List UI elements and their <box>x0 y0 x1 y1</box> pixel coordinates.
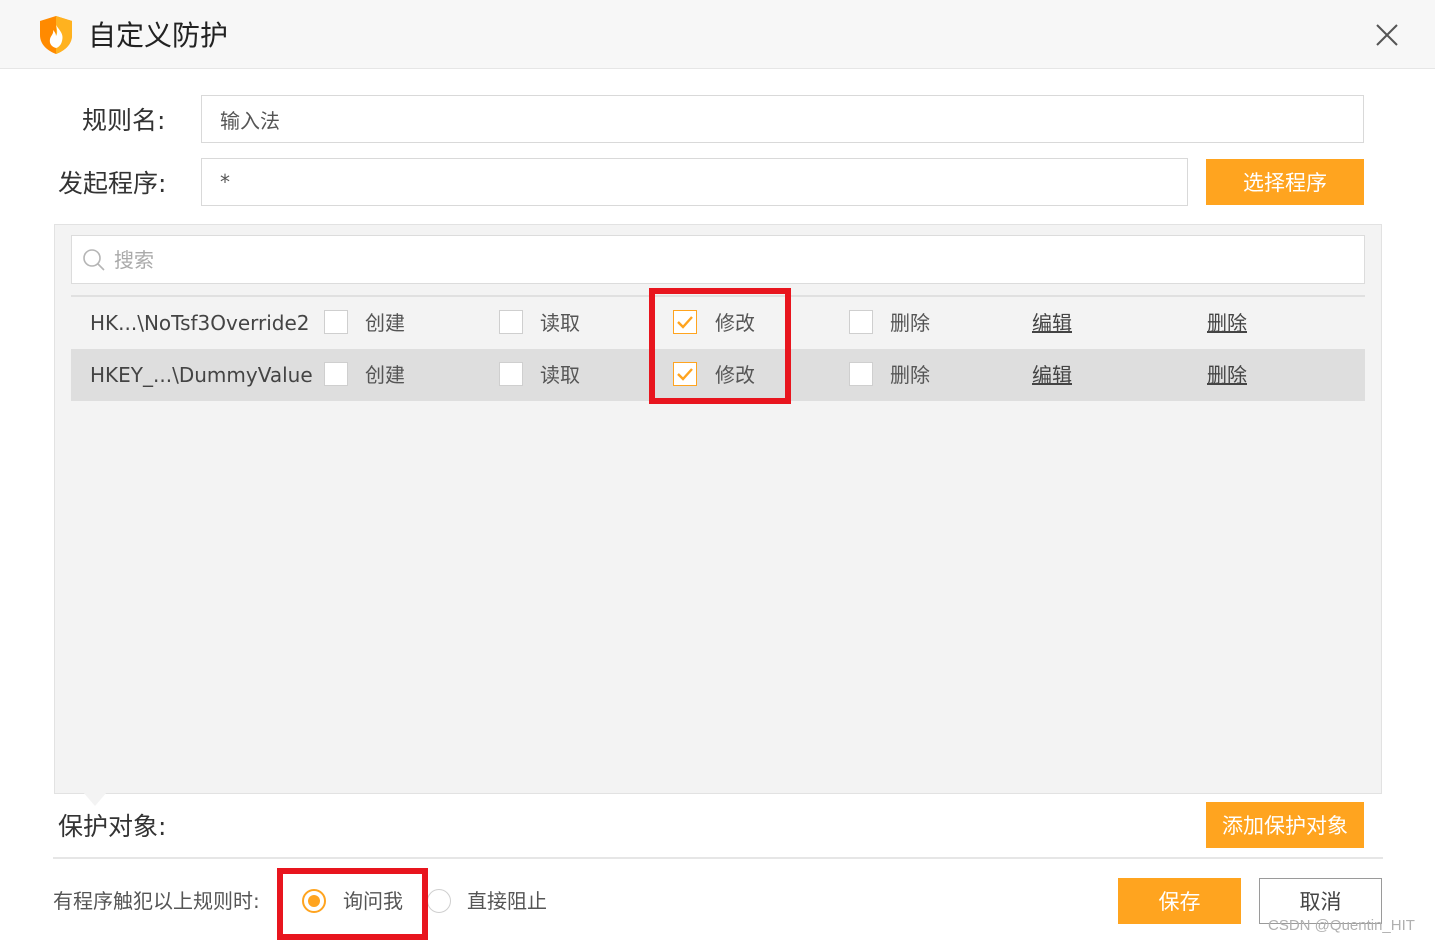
modify-label: 修改 <box>715 311 755 335</box>
delete-checkbox[interactable] <box>849 310 873 334</box>
read-label: 读取 <box>540 311 580 335</box>
read-checkbox[interactable] <box>499 310 523 334</box>
ask-me-label: 询问我 <box>343 889 403 913</box>
delete-checkbox[interactable] <box>849 362 873 386</box>
add-protect-object-button[interactable]: 添加保护对象 <box>1206 802 1364 848</box>
block-directly-label: 直接阻止 <box>467 889 547 913</box>
initiator-input[interactable] <box>201 158 1188 206</box>
trigger-label: 有程序触犯以上规则时: <box>53 889 260 913</box>
create-checkbox[interactable] <box>324 310 348 334</box>
window-title: 自定义防护 <box>88 19 229 52</box>
rule-name-input[interactable] <box>201 95 1364 143</box>
modify-label: 修改 <box>715 363 755 387</box>
read-label: 读取 <box>540 363 580 387</box>
footer-divider <box>53 857 1383 859</box>
rule-name-label: 规则名: <box>82 106 166 135</box>
registry-path: HKEY_...\DummyValue <box>90 363 313 387</box>
create-checkbox[interactable] <box>324 362 348 386</box>
initiator-label: 发起程序: <box>58 169 167 198</box>
block-directly-radio[interactable] <box>427 889 451 913</box>
shield-flame-icon <box>40 16 72 54</box>
select-program-button[interactable]: 选择程序 <box>1206 159 1364 205</box>
search-placeholder: 搜索 <box>114 248 154 272</box>
delete-label: 删除 <box>890 311 930 335</box>
edit-link[interactable]: 编辑 <box>1032 309 1072 337</box>
list-item: HK...\NoTsf3Override2 创建 读取 修改 删除 编辑 删除 <box>71 297 1365 349</box>
read-checkbox[interactable] <box>499 362 523 386</box>
protected-objects-panel: 搜索 HK...\NoTsf3Override2 创建 读取 修改 删除 编辑 … <box>54 224 1382 794</box>
watermark: CSDN @Quentin_HIT <box>1268 917 1415 934</box>
create-label: 创建 <box>365 311 405 335</box>
remove-link[interactable]: 删除 <box>1207 361 1247 389</box>
ask-me-radio[interactable] <box>302 889 326 913</box>
registry-path: HK...\NoTsf3Override2 <box>90 311 310 335</box>
modify-checkbox[interactable] <box>673 310 697 334</box>
close-icon[interactable] <box>1370 18 1404 52</box>
panel-pointer <box>83 792 107 806</box>
title-bar: 自定义防护 <box>0 0 1435 69</box>
delete-label: 删除 <box>890 363 930 387</box>
list-item: HKEY_...\DummyValue 创建 读取 修改 删除 编辑 删除 <box>71 349 1365 401</box>
search-icon <box>83 249 105 271</box>
save-button[interactable]: 保存 <box>1118 878 1241 924</box>
checkmark-icon <box>677 368 693 381</box>
protect-object-label: 保护对象: <box>58 812 167 841</box>
create-label: 创建 <box>365 363 405 387</box>
search-box[interactable]: 搜索 <box>71 235 1365 284</box>
modify-checkbox[interactable] <box>673 362 697 386</box>
remove-link[interactable]: 删除 <box>1207 309 1247 337</box>
checkmark-icon <box>677 316 693 329</box>
edit-link[interactable]: 编辑 <box>1032 361 1072 389</box>
